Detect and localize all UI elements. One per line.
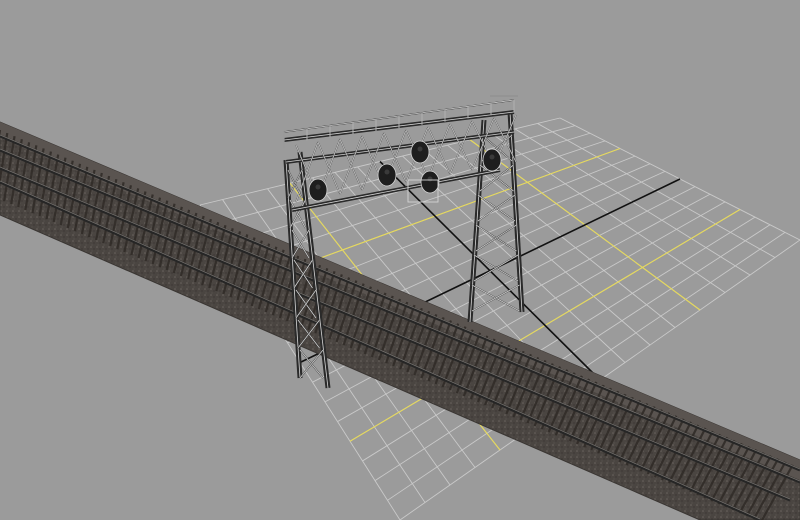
signal-lamp: [489, 154, 495, 160]
gantry-edge: [339, 135, 363, 195]
3d-viewport[interactable]: [0, 0, 800, 520]
rail-highlight: [0, 180, 761, 520]
signal-lamp: [384, 169, 390, 175]
signal-lamp: [315, 184, 321, 190]
signal-head: [410, 140, 430, 164]
rail-highlight: [0, 134, 800, 470]
track-rail: [0, 148, 800, 484]
rail-highlight: [0, 148, 800, 482]
signal-head: [308, 178, 328, 202]
signal-head: [377, 163, 397, 187]
viewport-scene[interactable]: [0, 0, 800, 520]
track-rail: [0, 180, 761, 520]
signal-lamp: [427, 176, 433, 182]
rail-highlight: [0, 166, 791, 500]
signal-lamp: [417, 146, 423, 152]
gantry-edge: [449, 120, 473, 175]
signal-head: [482, 148, 502, 172]
track-rail: [0, 166, 791, 502]
signal-head: [420, 170, 440, 194]
